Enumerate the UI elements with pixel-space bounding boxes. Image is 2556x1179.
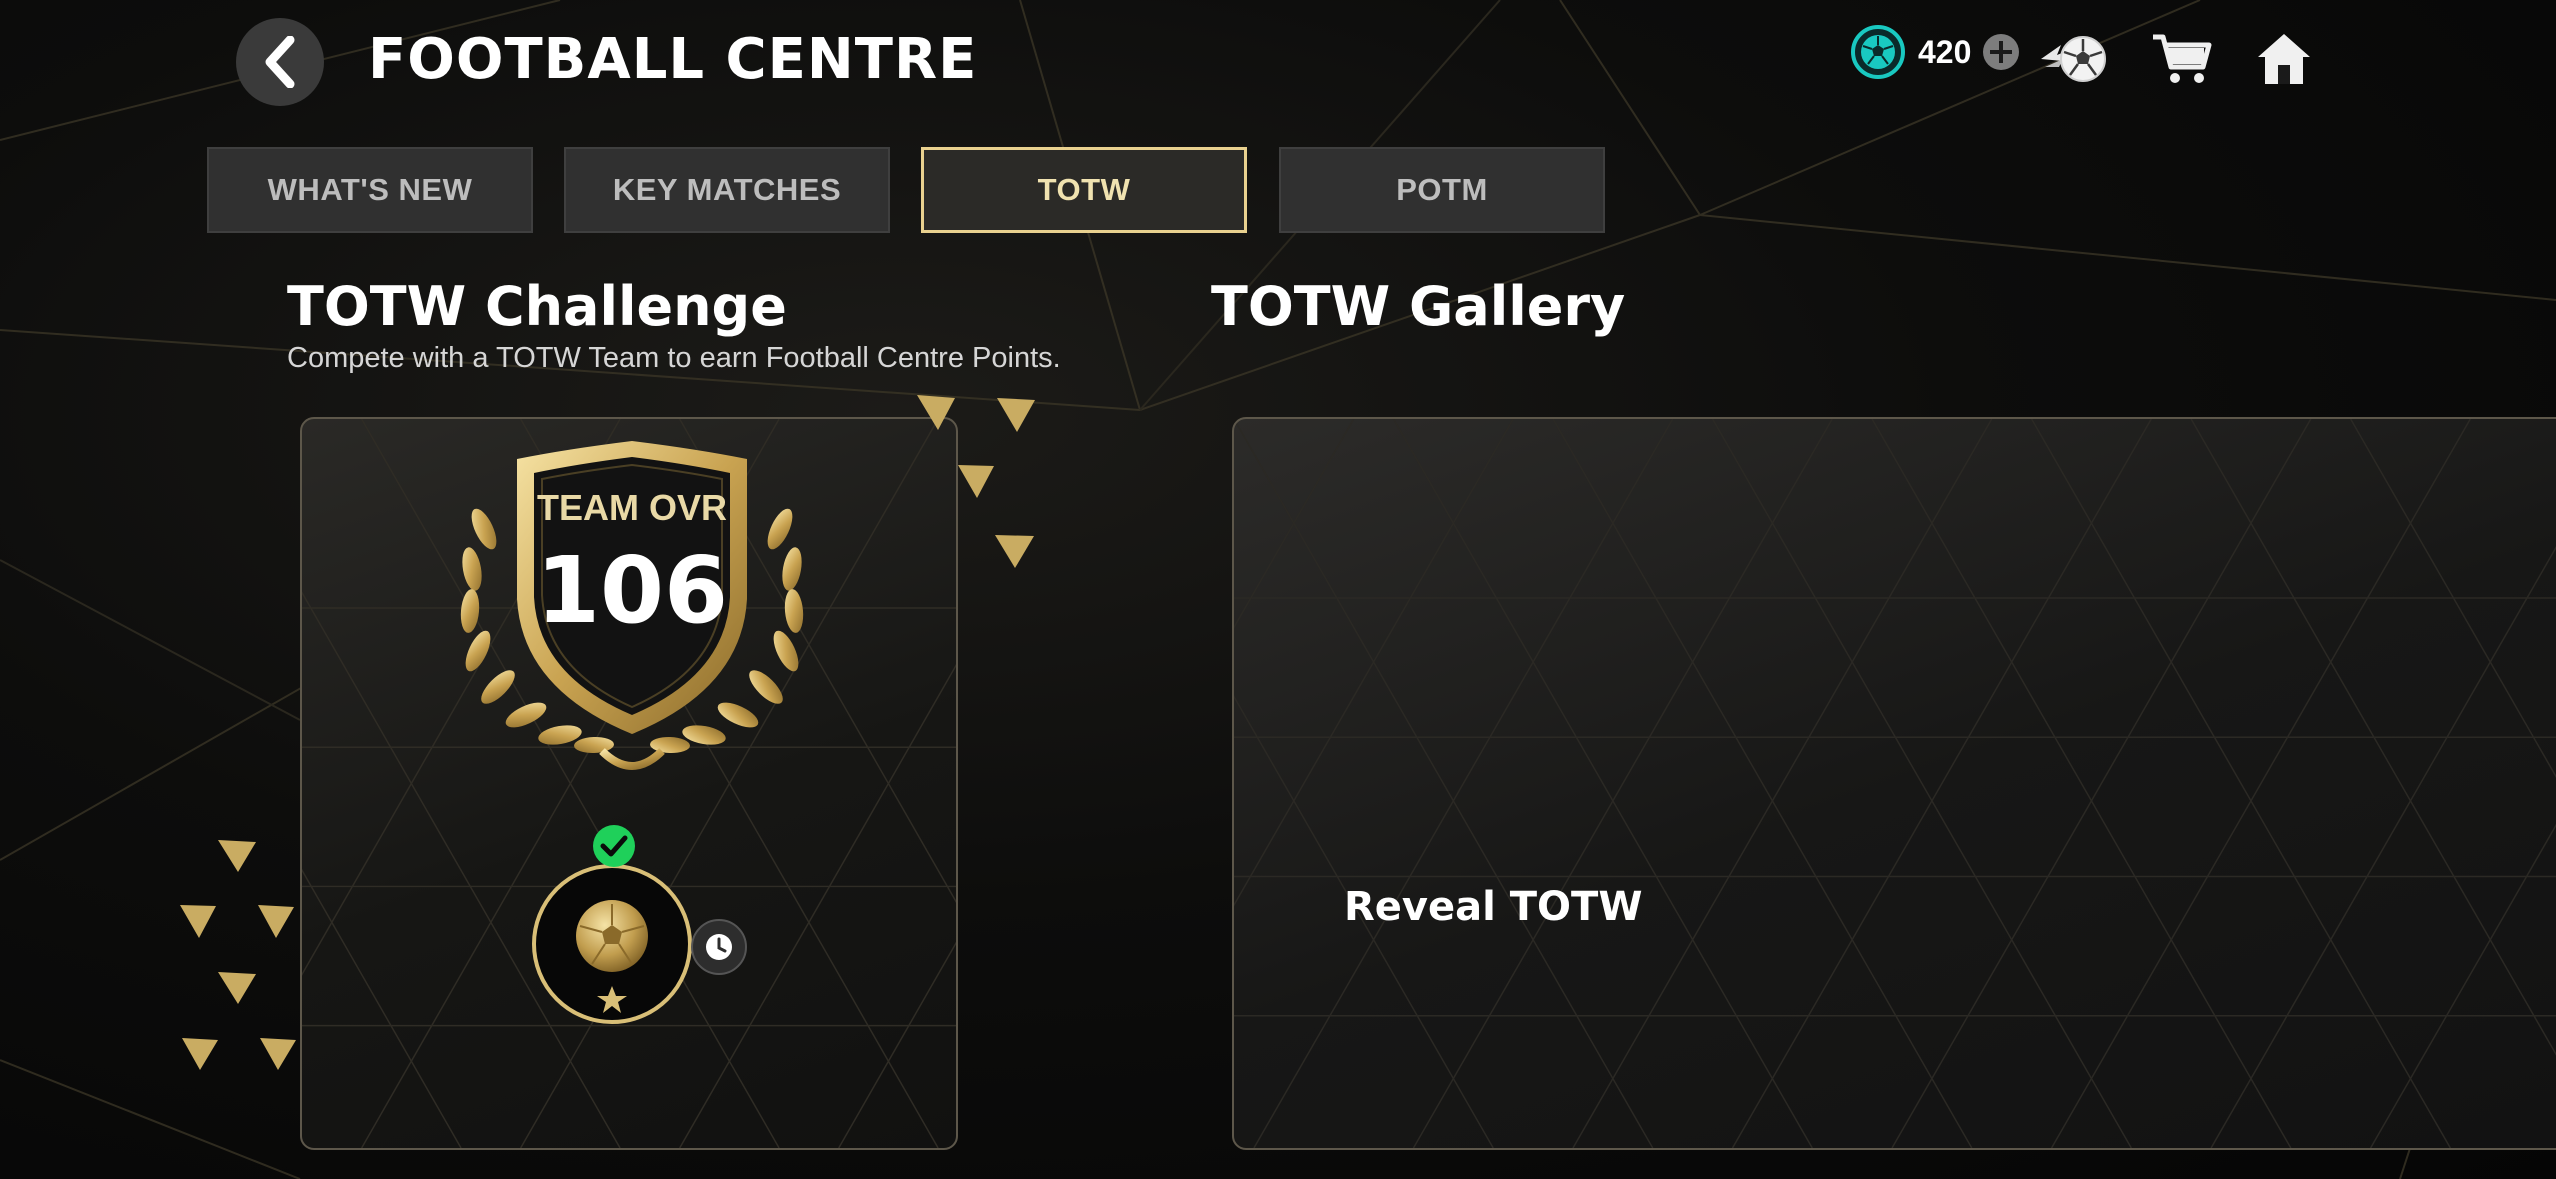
gold-confetti-decoration <box>180 395 1035 1070</box>
football-centre-screen: FOOTBALL CENTRE 420 WHAT'S NEW KEY MATCH… <box>0 0 2556 1179</box>
